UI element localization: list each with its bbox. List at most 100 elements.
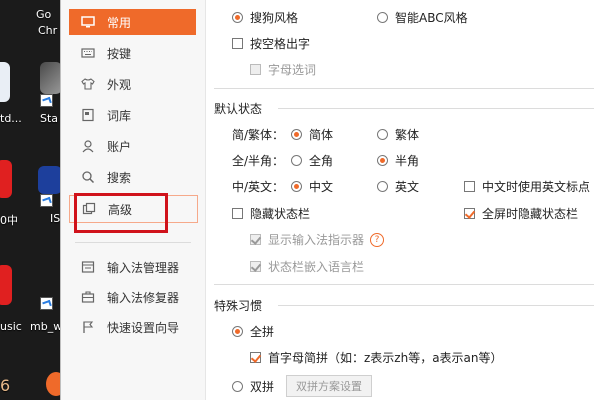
section-title-special: 特殊习惯 <box>214 299 263 313</box>
checkbox-checked[interactable] <box>464 208 475 219</box>
sidebar-divider <box>75 242 191 243</box>
option-yingwen[interactable]: 英文 <box>377 178 419 195</box>
sidebar-item-label: 搜索 <box>107 170 132 185</box>
desktop-background: Go Chr td... Sta 0中 IS usic mb_w 6 <box>0 0 60 400</box>
search-icon <box>81 170 95 184</box>
option-fullscreen-hide[interactable]: 全屏时隐藏状态栏 <box>464 205 578 222</box>
app-icon[interactable] <box>0 160 12 198</box>
option-sogou-style[interactable]: 搜狗风格 <box>232 9 298 26</box>
sidebar-item-label: 外观 <box>107 77 132 92</box>
desktop-label: mb_w <box>30 320 60 333</box>
option-label: 字母选词 <box>268 63 317 77</box>
movie-app-icon[interactable] <box>40 62 60 94</box>
option-label: 中文时使用英文标点 <box>482 180 591 194</box>
option-quanjiao[interactable]: 全角 <box>291 152 333 169</box>
desktop-label: IS <box>50 212 60 225</box>
option-jianti[interactable]: 简体 <box>291 126 333 143</box>
option-initial-jianpin[interactable]: 首字母简拼（如：z表示zh等，a表示an等） <box>250 349 503 366</box>
tool-label: 快速设置向导 <box>107 320 180 335</box>
app-icon[interactable] <box>46 372 60 396</box>
checkbox[interactable] <box>464 181 475 192</box>
keyboard-icon <box>81 46 95 60</box>
option-label: 按空格出字 <box>250 37 311 51</box>
checkbox-checked[interactable] <box>250 352 261 363</box>
option-hide-status[interactable]: 隐藏状态栏 <box>232 205 310 222</box>
option-label: 全角 <box>309 154 334 168</box>
sidebar-item-ciku[interactable]: 词库 <box>69 102 196 128</box>
settings-content: 搜狗风格 智能ABC风格 按空格出字 字母选词 默认状态 简/繁体： 简体 繁体 <box>206 0 600 400</box>
iso-app-icon[interactable] <box>38 166 60 194</box>
sidebar-item-anjian[interactable]: 按键 <box>69 40 196 66</box>
checkbox[interactable] <box>232 208 243 219</box>
radio[interactable] <box>291 155 302 166</box>
desktop-label: td... <box>0 112 22 125</box>
desktop-label: Go <box>36 8 52 21</box>
checkbox-disabled[interactable] <box>250 64 261 75</box>
option-quanpin[interactable]: 全拼 <box>232 323 274 340</box>
help-icon[interactable]: ? <box>370 232 385 247</box>
section-title-default-state: 默认状态 <box>214 102 263 116</box>
desktop-label: 6 <box>0 376 11 395</box>
radio[interactable] <box>377 12 388 23</box>
checkbox[interactable] <box>232 38 243 49</box>
option-label: 智能ABC风格 <box>395 11 468 25</box>
flag-icon <box>81 320 95 334</box>
option-label: 双拼 <box>250 379 275 394</box>
monitor-icon <box>81 15 95 29</box>
radio-selected[interactable] <box>377 155 388 166</box>
option-label: 状态栏嵌入语言栏 <box>268 260 365 274</box>
sidebar-item-label: 账户 <box>107 139 132 154</box>
option-fanti[interactable]: 繁体 <box>377 126 419 143</box>
sidebar-item-label: 常用 <box>107 15 132 30</box>
desktop-label: usic <box>0 320 22 333</box>
label-zhongying: 中/英文： <box>232 180 285 194</box>
radio-selected[interactable] <box>232 326 243 337</box>
option-zhongwen[interactable]: 中文 <box>291 178 333 195</box>
shuangpin-settings-button[interactable]: 双拼方案设置 <box>286 375 373 397</box>
option-label: 半角 <box>395 154 420 168</box>
tool-quick-setup[interactable]: 快速设置向导 <box>69 314 196 340</box>
option-show-indicator[interactable]: 显示输入法指示器 ? <box>250 231 385 248</box>
option-label: 全拼 <box>250 325 275 339</box>
sidebar-item-zhanghu[interactable]: 账户 <box>69 133 196 159</box>
sidebar-item-waiguan[interactable]: 外观 <box>69 71 196 97</box>
shortcut-arrow-icon <box>40 194 53 207</box>
sidebar-item-sousuo[interactable]: 搜索 <box>69 164 196 190</box>
option-abc-style[interactable]: 智能ABC风格 <box>377 9 468 26</box>
option-label: 简体 <box>309 128 334 142</box>
music-app-icon[interactable] <box>0 265 12 305</box>
option-embed-lang[interactable]: 状态栏嵌入语言栏 <box>250 258 364 275</box>
sidebar-item-label: 按键 <box>107 46 132 61</box>
checkbox-disabled-checked[interactable] <box>250 234 261 245</box>
manager-icon <box>81 260 95 274</box>
option-label: 隐藏状态栏 <box>250 207 311 221</box>
toolbox-icon <box>81 290 95 304</box>
radio[interactable] <box>232 380 243 392</box>
desktop-label: 0中 <box>0 214 18 227</box>
section-divider <box>214 88 594 89</box>
radio-selected[interactable] <box>232 12 243 23</box>
sidebar-item-changyong[interactable]: 常用 <box>69 9 196 35</box>
shortcut-arrow-icon <box>40 297 53 310</box>
user-icon <box>81 139 95 153</box>
radio-selected[interactable] <box>291 181 302 192</box>
option-en-punct[interactable]: 中文时使用英文标点 <box>464 178 590 195</box>
option-shuangpin[interactable]: 双拼 双拼方案设置 <box>232 375 373 397</box>
annotation-highlight-box <box>74 193 168 233</box>
radio[interactable] <box>377 181 388 192</box>
option-banjiao[interactable]: 半角 <box>377 152 419 169</box>
option-label: 英文 <box>395 180 420 194</box>
section-divider <box>214 284 594 285</box>
option-letter-select[interactable]: 字母选词 <box>250 61 316 78</box>
option-label: 首字母简拼（如：z表示zh等，a表示an等） <box>268 351 503 365</box>
radio[interactable] <box>377 129 388 140</box>
tool-ime-repair[interactable]: 输入法修复器 <box>69 284 196 310</box>
section-divider <box>278 305 594 306</box>
radio-selected[interactable] <box>291 129 302 140</box>
tool-ime-manager[interactable]: 输入法管理器 <box>69 254 196 280</box>
shortcut-arrow-icon <box>40 94 53 107</box>
sidebar-item-label: 词库 <box>107 108 132 123</box>
app-icon[interactable] <box>0 62 10 102</box>
option-space-output[interactable]: 按空格出字 <box>232 35 310 52</box>
checkbox-disabled-checked[interactable] <box>250 261 261 272</box>
